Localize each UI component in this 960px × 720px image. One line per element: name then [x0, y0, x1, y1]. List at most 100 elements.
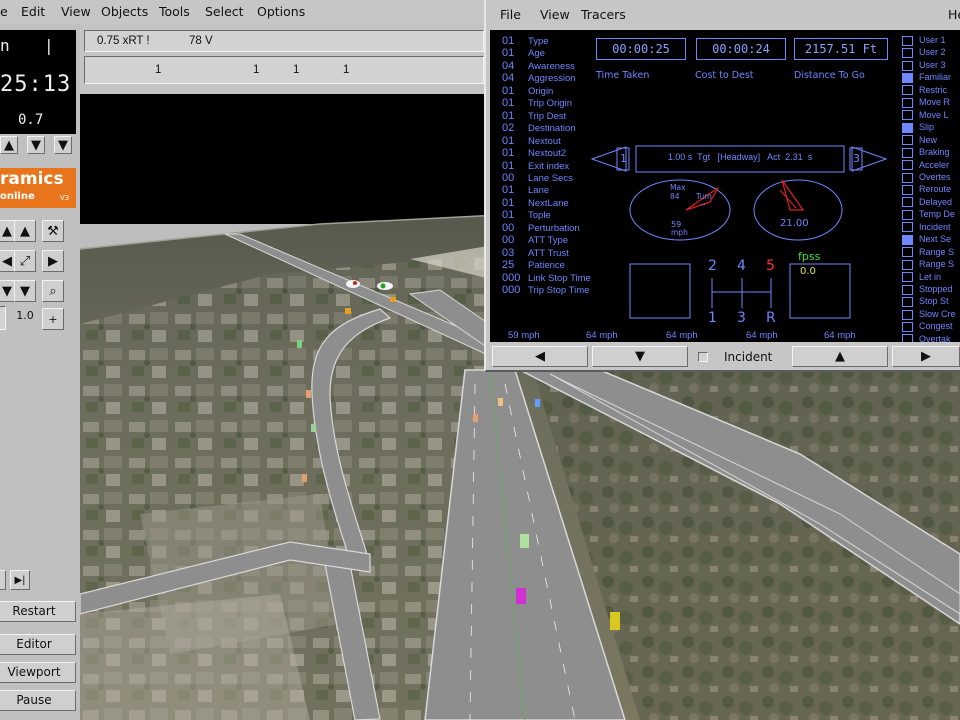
tracer-display: 01 Type 01 Age 04 Awareness 04 Aggression 01 Orig… — [490, 30, 960, 342]
flag-row[interactable]: Stopped — [902, 284, 960, 296]
menu-options[interactable]: Options — [257, 4, 305, 19]
flag-row[interactable]: User 1 — [902, 35, 960, 47]
flag-label: User 2 — [919, 47, 946, 58]
zoom-value[interactable]: 1.0 — [12, 306, 38, 326]
paramics-logo: ramics online V3 — [0, 168, 76, 208]
flag-checkbox[interactable] — [902, 222, 913, 233]
flag-row[interactable]: Stop St — [902, 296, 960, 308]
flag-checkbox[interactable] — [902, 122, 913, 133]
flag-checkbox[interactable] — [902, 185, 913, 196]
next-vehicle-button[interactable]: ▶ — [892, 346, 960, 367]
step-forward-button[interactable]: ▶| — [10, 570, 30, 590]
editor-button[interactable]: Editor — [0, 634, 76, 655]
menu-view[interactable]: View — [61, 4, 91, 19]
flag-checkbox[interactable] — [902, 334, 913, 342]
menu-edit[interactable]: Edit — [21, 4, 45, 19]
tool-right-button[interactable]: ▶ — [42, 250, 64, 272]
tool-zoom-button[interactable]: ⌕ — [42, 280, 64, 302]
gauge-max-label: Max — [670, 183, 686, 192]
flag-checkbox[interactable] — [902, 234, 913, 245]
flag-row[interactable]: Reroute — [902, 184, 960, 196]
flag-row[interactable]: User 3 — [902, 60, 960, 72]
down-arrow-button[interactable]: ▼ — [27, 136, 45, 154]
flag-checkbox[interactable] — [902, 284, 913, 295]
flag-checkbox[interactable] — [902, 97, 913, 108]
flag-row[interactable]: Range S — [902, 259, 960, 271]
gear-3: 3 — [737, 310, 746, 326]
gear-4: 4 — [737, 258, 746, 274]
flag-row[interactable]: Delayed — [902, 197, 960, 209]
zoom-field-partial[interactable] — [0, 306, 6, 330]
step-back-partial[interactable] — [0, 570, 6, 590]
flag-checkbox[interactable] — [902, 272, 913, 283]
flag-row[interactable]: Congest — [902, 321, 960, 333]
flag-row[interactable]: Familiar — [902, 72, 960, 84]
flag-label: User 1 — [919, 35, 946, 45]
flag-checkbox[interactable] — [902, 209, 913, 220]
flag-checkbox[interactable] — [902, 72, 913, 83]
gauge-right-value: 21.00 — [780, 218, 809, 229]
tool-zoom-region-button[interactable]: ⤢ — [14, 250, 36, 272]
tracer-menu-view[interactable]: View — [540, 7, 570, 22]
tracer-menu-help-partial[interactable]: He — [948, 7, 960, 22]
flag-label: Move L — [919, 109, 949, 120]
viewport-button[interactable]: Viewport — [0, 662, 76, 683]
flag-row[interactable]: User 2 — [902, 47, 960, 59]
flag-row[interactable]: Slip — [902, 122, 960, 134]
menu-file-partial[interactable]: e — [0, 4, 8, 19]
zoom-plus-button[interactable]: + — [42, 308, 64, 330]
flag-checkbox[interactable] — [902, 172, 913, 183]
flag-checkbox[interactable] — [902, 309, 913, 320]
pause-button[interactable]: Pause — [0, 690, 76, 711]
flag-checkbox[interactable] — [902, 60, 913, 71]
tool-up-button[interactable]: ▲ — [14, 220, 36, 242]
down-arrow-button-2[interactable]: ▼ — [54, 136, 72, 154]
flag-row[interactable]: Acceler — [902, 160, 960, 172]
flag-checkbox[interactable] — [902, 147, 913, 158]
flag-row[interactable]: Braking — [902, 147, 960, 159]
restart-button[interactable]: Restart — [0, 601, 76, 622]
flag-row[interactable]: Move L — [902, 110, 960, 122]
flag-label: Stop St — [919, 296, 949, 307]
tracer-menu-file[interactable]: File — [500, 7, 521, 22]
flag-row[interactable]: Overtak — [902, 334, 960, 342]
tool-pin-button[interactable]: ⚒ — [42, 220, 64, 242]
incident-checkbox[interactable] — [698, 352, 708, 362]
flag-checkbox[interactable] — [902, 35, 913, 46]
up-arrow-button[interactable]: ▲ — [0, 136, 18, 154]
tool-down-button[interactable]: ▼ — [14, 280, 36, 302]
flag-checkbox[interactable] — [902, 160, 913, 171]
flag-row[interactable]: Restric — [902, 85, 960, 97]
previous-vehicle-button[interactable]: ◀ — [492, 346, 588, 367]
flag-checkbox[interactable] — [902, 85, 913, 96]
flag-row[interactable]: Move R — [902, 97, 960, 109]
down-vehicle-button[interactable]: ▼ — [592, 346, 688, 367]
menu-select[interactable]: Select — [205, 4, 244, 19]
arrow-left-icon: ◀ — [535, 349, 545, 364]
flag-checkbox[interactable] — [902, 259, 913, 270]
flag-checkbox[interactable] — [902, 197, 913, 208]
menu-tools[interactable]: Tools — [159, 4, 190, 19]
flag-checkbox[interactable] — [902, 48, 913, 59]
status-value-1: 1 — [155, 64, 162, 76]
flag-label: Reroute — [919, 184, 952, 195]
flag-checkbox[interactable] — [902, 247, 913, 258]
tracer-menu-tracers[interactable]: Tracers — [581, 7, 626, 22]
menu-objects[interactable]: Objects — [101, 4, 148, 19]
flag-row[interactable]: Next Se — [902, 234, 960, 246]
flag-checkbox[interactable] — [902, 321, 913, 332]
flag-row[interactable]: New — [902, 135, 960, 147]
flag-label: Restric — [919, 84, 948, 95]
flag-row[interactable]: Overtes — [902, 172, 960, 184]
flag-row[interactable]: Range S — [902, 247, 960, 259]
flag-checkbox[interactable] — [902, 297, 913, 308]
speed-readout-2: 64 mph — [586, 330, 618, 341]
gauge-max-value: 84 — [670, 192, 680, 201]
up-vehicle-button[interactable]: ▲ — [792, 346, 888, 367]
flag-row[interactable]: Slow Cre — [902, 309, 960, 321]
flag-row[interactable]: Temp De — [902, 209, 960, 221]
flag-checkbox[interactable] — [902, 110, 913, 121]
flag-row[interactable]: Let in — [902, 272, 960, 284]
flag-checkbox[interactable] — [902, 135, 913, 146]
flag-row[interactable]: Incident — [902, 222, 960, 234]
